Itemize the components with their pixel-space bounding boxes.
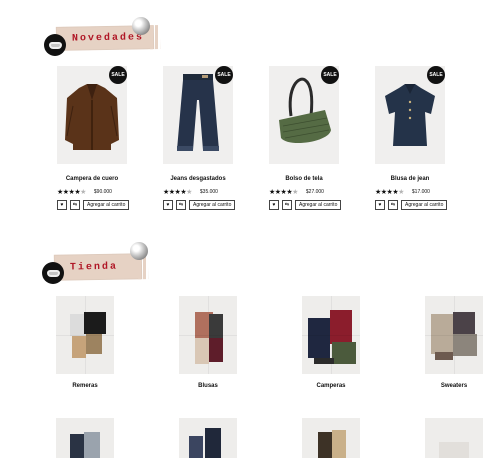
disco-ball-icon (132, 17, 150, 35)
product-actions: ♥ ⇆ Agregar al carrito (269, 200, 342, 210)
add-to-cart-button[interactable]: Agregar al carrito (401, 200, 448, 210)
sale-badge: SALE (109, 66, 127, 84)
compare-arrows-icon: ⇆ (284, 202, 290, 208)
category-image-partial[interactable] (179, 418, 237, 458)
product-price: $27.000 (305, 189, 324, 195)
novedades-section-banner: Novedades (44, 17, 155, 60)
wishlist-button[interactable]: ♥ (57, 200, 67, 210)
add-to-cart-button[interactable]: Agregar al carrito (83, 200, 130, 210)
tienda-section-banner: Tienda (42, 242, 154, 288)
product-actions: ♥ ⇆ Agregar al carrito (163, 200, 236, 210)
banner-tape: Tienda (53, 253, 143, 281)
compare-arrows-icon: ⇆ (72, 202, 78, 208)
star-rating: ★★★★★ (163, 189, 192, 196)
product-name[interactable]: Campera de cuero (57, 176, 127, 182)
add-to-cart-button[interactable]: Agregar al carrito (189, 200, 236, 210)
category-image-blouses[interactable] (179, 296, 237, 374)
product-name[interactable]: Jeans desgastados (163, 176, 233, 182)
wishlist-button[interactable]: ♥ (269, 200, 279, 210)
product-actions: ♥ ⇆ Agregar al carrito (57, 200, 130, 210)
compare-arrows-icon: ⇆ (390, 202, 396, 208)
category-image-partial[interactable] (425, 418, 483, 458)
sale-badge: SALE (215, 66, 233, 84)
compare-button[interactable]: ⇆ (70, 200, 80, 210)
category-image-partial[interactable] (56, 418, 114, 458)
product-price: $35.000 (199, 189, 218, 195)
category-label[interactable]: Blusas (168, 383, 248, 389)
compare-arrows-icon: ⇆ (178, 202, 184, 208)
sale-badge: SALE (427, 66, 445, 84)
category-image-partial[interactable] (302, 418, 360, 458)
category-label[interactable]: Remeras (45, 383, 125, 389)
wishlist-button[interactable]: ♥ (375, 200, 385, 210)
disco-ball-icon (130, 242, 148, 260)
product-name[interactable]: Blusa de jean (375, 176, 445, 182)
tienda-title: Tienda (69, 261, 119, 273)
category-label[interactable]: Sweaters (414, 383, 494, 389)
rating-row: ★★★★★ $17.000 (375, 188, 465, 196)
compare-button[interactable]: ⇆ (282, 200, 292, 210)
heart-icon: ♥ (166, 202, 170, 208)
sale-badge: SALE (321, 66, 339, 84)
compare-button[interactable]: ⇆ (388, 200, 398, 210)
product-price: $90.000 (93, 189, 112, 195)
novedades-title: Novedades (71, 31, 145, 45)
product-name[interactable]: Bolso de tela (269, 176, 339, 182)
category-image-tshirts[interactable] (56, 296, 114, 374)
star-rating: ★★★★★ (375, 189, 404, 196)
wishlist-button[interactable]: ♥ (163, 200, 173, 210)
star-rating: ★★★★★ (57, 189, 86, 196)
rating-row: ★★★★★ $90.000 (57, 188, 147, 196)
category-label[interactable]: Camperas (291, 383, 371, 389)
rating-row: ★★★★★ $27.000 (269, 188, 359, 196)
heart-icon: ♥ (272, 202, 276, 208)
product-actions: ♥ ⇆ Agregar al carrito (375, 200, 448, 210)
lips-icon (44, 34, 66, 56)
heart-icon: ♥ (60, 202, 64, 208)
heart-icon: ♥ (378, 202, 382, 208)
rating-row: ★★★★★ $35.000 (163, 188, 253, 196)
category-image-sweaters[interactable] (425, 296, 483, 374)
compare-button[interactable]: ⇆ (176, 200, 186, 210)
add-to-cart-button[interactable]: Agregar al carrito (295, 200, 342, 210)
product-price: $17.000 (411, 189, 430, 195)
star-rating: ★★★★★ (269, 189, 298, 196)
category-image-jackets[interactable] (302, 296, 360, 374)
lips-icon (42, 262, 64, 284)
